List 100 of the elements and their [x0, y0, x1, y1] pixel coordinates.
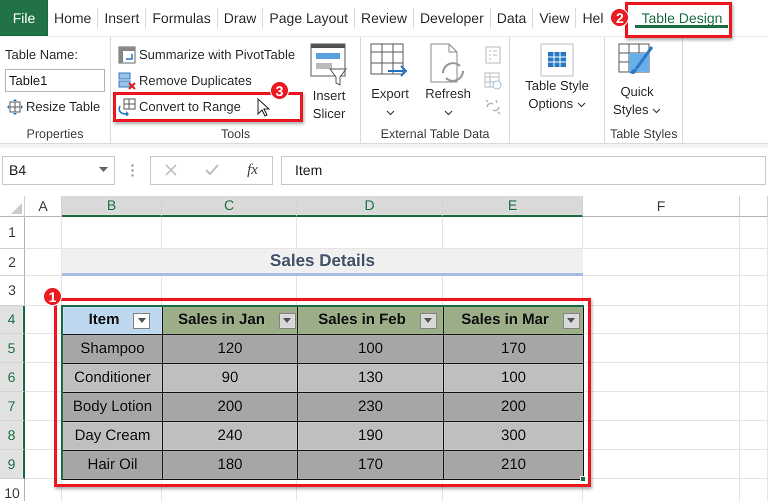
row-header[interactable]: 6	[0, 363, 25, 392]
header-cell[interactable]: Item	[63, 307, 163, 335]
row-header[interactable]: 10	[0, 479, 25, 501]
grid-cell	[740, 363, 768, 392]
caret-icon	[652, 108, 662, 114]
column-header[interactable]: A	[25, 196, 62, 217]
column-header[interactable]: F	[583, 196, 740, 217]
formula-field[interactable]: Item	[281, 156, 766, 184]
filter-button[interactable]	[278, 312, 296, 328]
caret-icon	[424, 318, 432, 323]
remove-duplicates-icon	[118, 72, 136, 90]
header-cell[interactable]: Sales in Feb	[298, 307, 444, 335]
step-badge: 3	[270, 81, 289, 100]
step-badge: 2	[610, 8, 630, 27]
step-badge: 1	[43, 287, 62, 306]
caret-icon	[386, 110, 395, 116]
ribbon-button[interactable]: Insert Slicer	[303, 41, 356, 125]
table-cell: 170	[298, 451, 444, 480]
group-label: Tools	[220, 126, 252, 141]
column-header[interactable]: E	[443, 196, 583, 217]
grid-cell	[740, 421, 768, 450]
cancel-icon[interactable]	[165, 164, 178, 176]
ribbon-tab[interactable]: View	[532, 8, 576, 28]
caret-icon	[283, 318, 292, 323]
grid-cell	[740, 392, 768, 421]
row-header[interactable]: 5	[0, 334, 25, 363]
header-cell[interactable]: Sales in Jan	[163, 307, 298, 335]
table-cell: 120	[163, 335, 298, 364]
table-cell: 100	[444, 364, 584, 393]
table-cell: 90	[163, 364, 298, 393]
table-cell: Body Lotion	[63, 393, 163, 422]
row-header[interactable]: 9	[0, 450, 25, 479]
row-header[interactable]: 8	[0, 421, 25, 450]
header-text: Item	[88, 310, 120, 330]
grid-cell	[740, 306, 768, 334]
caret-icon	[99, 167, 108, 173]
table-cell: 210	[444, 451, 584, 480]
table-name-field[interactable]: Table1	[5, 69, 105, 92]
column-header[interactable]	[740, 196, 768, 217]
table-cell: Shampoo	[63, 335, 163, 364]
name-box[interactable]: B4	[2, 156, 115, 184]
ribbon-button[interactable]: Resize Table	[5, 95, 105, 118]
ribbon-tab[interactable]: Table Design	[635, 8, 728, 28]
ribbon-button[interactable]: Refresh	[420, 41, 476, 123]
ribbon-tab[interactable]: Review	[354, 8, 413, 28]
header-text: Sales in Feb	[318, 310, 406, 330]
row-header[interactable]: 2	[0, 249, 25, 276]
filter-button[interactable]	[133, 312, 150, 328]
pivot-table-icon	[118, 46, 136, 64]
corner-triangle-icon	[11, 203, 22, 214]
column-header[interactable]: C	[162, 196, 297, 217]
ribbon-button[interactable]: Table Style Options	[515, 41, 600, 115]
grid-cell	[740, 249, 768, 276]
filter-button[interactable]	[420, 312, 437, 328]
ribbon-button[interactable]: Quick Styles	[610, 41, 664, 121]
fill-handle[interactable]	[580, 476, 586, 482]
ribbon-button[interactable]: Export	[366, 41, 414, 123]
group-label: Properties	[26, 126, 84, 141]
ribbon-tab[interactable]: Home	[48, 8, 98, 28]
grid-cell	[740, 334, 768, 363]
row-header[interactable]: 7	[0, 392, 25, 421]
ribbon-tab[interactable]: Page Layout	[262, 8, 354, 28]
table-cell: Day Cream	[63, 422, 163, 451]
caret-icon	[138, 318, 146, 323]
more-icon	[131, 164, 134, 176]
table-cell: 190	[298, 422, 444, 451]
row-header[interactable]: 1	[0, 217, 25, 249]
ribbon-tab[interactable]: Insert	[97, 8, 146, 28]
caret-icon	[444, 110, 453, 116]
table-cell: Conditioner	[63, 364, 163, 393]
table-cell: 180	[163, 451, 298, 480]
ribbon-tab[interactable]: Formulas	[145, 8, 217, 28]
sheet-title: Sales Details	[62, 249, 583, 276]
enter-icon[interactable]	[205, 164, 220, 176]
group-label: External Table Data	[380, 126, 490, 141]
header-cell[interactable]: Sales in Mar	[444, 307, 584, 335]
ribbon-button[interactable]: Summarize with PivotTable	[116, 43, 298, 66]
table-cell: 200	[444, 393, 584, 422]
row-header[interactable]: 4	[0, 306, 25, 334]
ribbon-tab[interactable]: Developer	[412, 8, 490, 28]
convert-range-icon	[118, 98, 136, 116]
ribbon-button[interactable]: Convert to Range	[116, 95, 243, 118]
table-cell: 170	[444, 335, 584, 364]
column-header[interactable]: D	[297, 196, 443, 217]
table-cell: 100	[298, 335, 444, 364]
insert-function-button[interactable]: fx	[247, 158, 258, 182]
pointer-icon	[256, 98, 270, 118]
table-cell: Hair Oil	[63, 451, 163, 480]
column-header[interactable]: B	[62, 196, 162, 217]
field-label: Table Name:	[5, 46, 79, 64]
table-cell: 230	[298, 393, 444, 422]
table-style-icon	[540, 43, 574, 77]
filter-button[interactable]	[562, 312, 580, 328]
caret-icon	[576, 102, 586, 108]
ribbon-tab[interactable]: Data	[490, 8, 532, 28]
ribbon-tab[interactable]: Hel	[575, 8, 610, 28]
slicer-icon	[310, 43, 348, 87]
file-tab[interactable]: File	[0, 0, 48, 36]
select-all-button[interactable]	[0, 196, 25, 217]
ribbon-tab[interactable]: Draw	[216, 8, 262, 28]
